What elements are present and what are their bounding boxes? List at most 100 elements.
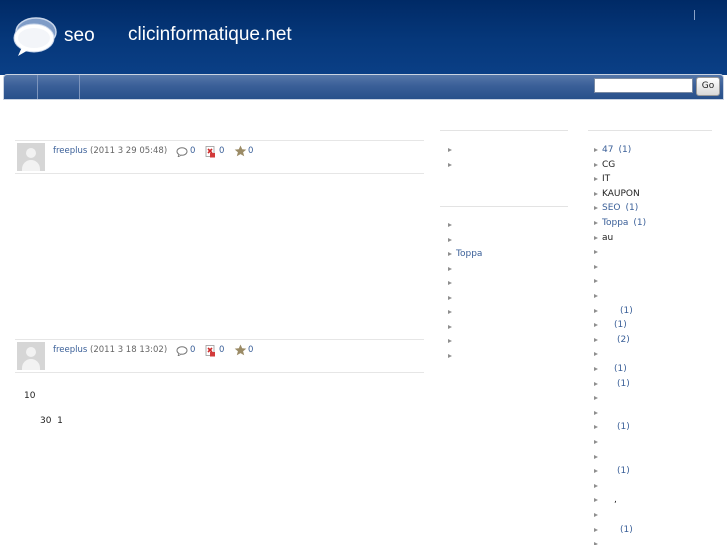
list-item[interactable]: 47 (1) [602,145,631,155]
star-icon[interactable] [234,344,247,356]
list-item[interactable]: (1) [602,320,627,330]
list-item[interactable]: , [602,495,617,505]
bullet-arrow-icon [594,367,598,371]
bullet-arrow-icon [594,294,598,298]
site-title[interactable]: clicinformatique.net [128,24,292,46]
list-item[interactable] [602,437,620,447]
bullet-arrow-icon [448,339,452,343]
bullet-arrow-icon [448,310,452,314]
post-body-line: 10 [24,391,36,401]
post-author-link[interactable]: freeplus [53,146,87,156]
avatar[interactable] [17,143,45,171]
bullet-arrow-icon [594,323,598,328]
list-item[interactable] [602,510,617,520]
list-item[interactable]: (1) [602,525,633,535]
bullet-arrow-icon [448,148,452,152]
comment-count[interactable]: 0 [190,146,195,156]
list-item[interactable] [602,247,617,257]
sidebar-divider [440,130,568,131]
list-item[interactable]: (2) [602,335,630,345]
list-item-label[interactable]: KAUPON [602,189,640,199]
list-item-label[interactable]: IT [602,174,610,184]
list-item[interactable] [602,349,620,359]
post-divider [15,372,424,373]
bullet-arrow-icon [448,266,452,271]
list-item-count: (1) [614,320,627,331]
list-item[interactable] [602,481,620,491]
comment-count[interactable]: 0 [190,345,195,355]
list-item[interactable]: KAUPON [602,189,645,199]
bullet-arrow-icon [594,410,598,415]
nav-tab-1[interactable] [5,75,38,99]
bullet-arrow-icon [594,279,598,284]
list-item[interactable]: IT [602,174,615,184]
list-item[interactable] [602,393,620,403]
post-date: (2011 3 29 05:48) [90,146,168,156]
list-item[interactable] [602,539,614,545]
list-item-label[interactable]: 47 [602,145,613,155]
trackback-icon[interactable] [205,345,216,357]
list-item-count: (1) [617,466,630,477]
star-count[interactable]: 0 [248,345,253,355]
list-item[interactable]: (1) [602,379,630,389]
bullet-arrow-icon [594,498,598,503]
list-item[interactable] [602,276,614,286]
list-item[interactable]: (1) [602,466,630,476]
list-item-label[interactable]: SEO [602,203,620,213]
list-item-label[interactable]: au [602,233,613,243]
search-input[interactable] [594,78,693,93]
post-author-link[interactable]: freeplus [53,345,87,355]
search-go-button[interactable]: Go [696,77,720,96]
bullet-arrow-icon [594,454,598,459]
star-count[interactable]: 0 [248,146,253,156]
nav-tab-2[interactable] [38,75,80,99]
bullet-arrow-icon [594,235,598,240]
list-item[interactable] [602,408,614,418]
bullet-arrow-icon [448,281,452,285]
bullet-arrow-icon [594,527,598,532]
bullet-arrow-icon [448,252,452,256]
list-item-count: (1) [617,422,630,433]
list-item[interactable]: (1) [602,306,633,316]
list-item[interactable]: (1) [602,364,627,374]
list-item[interactable] [602,262,620,272]
list-item-label[interactable]: CG [602,160,615,170]
comment-icon[interactable] [176,147,188,157]
list-item[interactable]: Toppa [456,249,482,259]
speech-bubble-logo-icon[interactable] [12,14,58,58]
list-item[interactable]: au [602,233,618,243]
bullet-arrow-icon [594,250,598,255]
bullet-arrow-icon [594,191,598,196]
comment-icon[interactable] [176,346,188,356]
bullet-arrow-icon [448,237,452,242]
list-item[interactable] [602,452,614,462]
bullet-arrow-icon [594,381,598,386]
bullet-arrow-icon [448,353,452,358]
bullet-arrow-icon [594,440,598,444]
list-item-count: (1) [633,218,647,228]
sidebar-divider [440,206,568,207]
bullet-arrow-icon [594,513,598,517]
trackback-icon[interactable] [205,146,216,158]
bullet-arrow-icon [594,337,598,342]
bullet-arrow-icon [594,308,598,313]
nav-bar: Go [3,74,724,100]
bullet-arrow-icon [448,295,452,300]
list-item[interactable]: CG [602,160,620,170]
post-meta: freeplus (2011 3 18 13:02) [53,345,167,355]
list-item-count: (1) [625,203,639,214]
list-item-label[interactable]: Toppa [602,218,628,228]
avatar[interactable] [17,342,45,370]
post-divider [15,173,424,174]
list-item[interactable]: SEO (1) [602,203,638,213]
trackback-count[interactable]: 0 [219,146,224,156]
post-date: (2011 3 18 13:02) [90,345,168,355]
star-icon[interactable] [234,145,247,157]
list-item[interactable]: (1) [602,422,630,432]
list-item-count: (1) [620,305,633,316]
site-tagline[interactable]: seo [64,25,95,47]
trackback-count[interactable]: 0 [219,345,224,355]
list-item-count: (2) [617,334,630,345]
list-item[interactable] [602,291,617,301]
list-item[interactable]: Toppa (1) [602,218,646,228]
